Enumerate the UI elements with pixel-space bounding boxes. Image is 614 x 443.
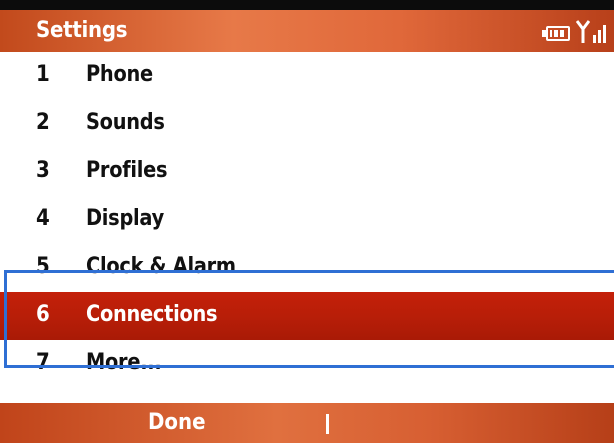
- menu-item-profiles[interactable]: 3 Profiles: [0, 148, 614, 196]
- menu-item-connections[interactable]: 6 Connections: [0, 292, 614, 340]
- top-strip: [0, 0, 614, 10]
- softkey-bar: Done: [0, 403, 614, 443]
- status-icons: [542, 19, 606, 43]
- menu-item-number: 3: [36, 158, 50, 183]
- menu-item-label: More...: [86, 350, 162, 375]
- battery-icon: [542, 26, 572, 43]
- signal-strength-icon: [576, 19, 606, 43]
- menu-item-number: 5: [36, 254, 50, 279]
- softkey-divider: [326, 414, 329, 434]
- done-softkey[interactable]: Done: [148, 410, 206, 435]
- menu-item-label: Display: [86, 206, 164, 231]
- menu-item-more[interactable]: 7 More...: [0, 340, 614, 388]
- settings-menu: 1 Phone 2 Sounds 3 Profiles 4 Display 5 …: [0, 52, 614, 388]
- menu-item-label: Phone: [86, 62, 153, 87]
- menu-item-clock-alarm[interactable]: 5 Clock & Alarm: [0, 244, 614, 292]
- menu-item-sounds[interactable]: 2 Sounds: [0, 100, 614, 148]
- menu-item-display[interactable]: 4 Display: [0, 196, 614, 244]
- menu-item-number: 2: [36, 110, 50, 135]
- menu-item-phone[interactable]: 1 Phone: [0, 52, 614, 100]
- menu-item-label: Clock & Alarm: [86, 254, 236, 279]
- menu-item-number: 4: [36, 206, 50, 231]
- menu-item-number: 6: [36, 302, 50, 327]
- menu-item-label: Sounds: [86, 110, 165, 135]
- page-title: Settings: [36, 18, 128, 43]
- menu-item-label: Profiles: [86, 158, 168, 183]
- menu-item-label: Connections: [86, 302, 218, 327]
- menu-item-number: 7: [36, 350, 50, 375]
- phone-screen: Settings 1 Phone 2 Sounds 3 Profiles 4 D…: [0, 0, 614, 443]
- title-bar: Settings: [0, 10, 614, 52]
- menu-item-number: 1: [36, 62, 50, 87]
